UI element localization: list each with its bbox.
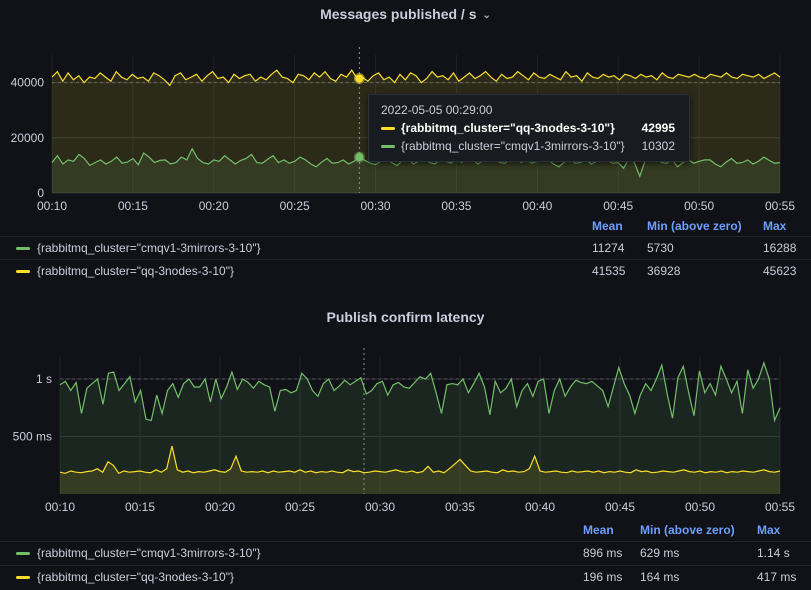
hover-point xyxy=(353,72,365,84)
x-tick-label: 00:35 xyxy=(445,500,475,514)
x-tick-label: 00:15 xyxy=(118,199,148,213)
x-tick-label: 00:40 xyxy=(522,199,552,213)
series-color-swatch xyxy=(381,145,395,148)
panel-title[interactable]: Publish confirm latency xyxy=(0,309,811,325)
legend-max: 45623 xyxy=(763,264,797,278)
x-tick-label: 00:25 xyxy=(280,199,310,213)
legend-min: 36928 xyxy=(647,264,681,278)
legend-header-max[interactable]: Max xyxy=(757,523,780,537)
legend-series-name[interactable]: {rabbitmq_cluster="cmqv1-3mirrors-3-10"} xyxy=(37,546,261,560)
messages-published-panel: 0 20000 40000 00:10 00:15 00:20 00:25 00:30 00:3… xyxy=(0,0,811,288)
legend-series-name[interactable]: {rabbitmq_cluster="cmqv1-3mirrors-3-10"} xyxy=(37,241,261,255)
publish-confirm-latency-panel: 500 ms 1 s 00:10 00:15 00:20 00:25 00:30 00:35 0… xyxy=(0,296,811,590)
x-tick-label: 00:50 xyxy=(685,500,715,514)
hover-tooltip: 2022-05-05 00:29:00 {rabbitmq_cluster="q… xyxy=(368,94,690,162)
tooltip-series-value: 10302 xyxy=(641,139,675,153)
legend-row[interactable]: {rabbitmq_cluster="cmqv1-3mirrors-3-10"}… xyxy=(0,541,811,564)
x-tick-label: 00:30 xyxy=(365,500,395,514)
tooltip-row: {rabbitmq_cluster="cmqv1-3mirrors-3-10"}… xyxy=(381,139,681,155)
series-color-swatch xyxy=(16,552,30,555)
y-tick-label: 20000 xyxy=(11,131,45,145)
x-tick-label: 00:55 xyxy=(765,500,795,514)
series-color-swatch xyxy=(381,127,395,130)
x-tick-label: 00:10 xyxy=(45,500,75,514)
tooltip-time: 2022-05-05 00:29:00 xyxy=(381,103,493,117)
x-tick-label: 00:15 xyxy=(125,500,155,514)
hover-point xyxy=(353,151,365,163)
x-tick-label: 00:40 xyxy=(525,500,555,514)
x-tick-label: 00:20 xyxy=(199,199,229,213)
legend-row[interactable]: {rabbitmq_cluster="qq-3nodes-3-10"} 4153… xyxy=(0,259,811,282)
legend-header-mean[interactable]: Mean xyxy=(583,523,614,537)
legend-min: 5730 xyxy=(647,241,674,255)
x-tick-label: 00:20 xyxy=(205,500,235,514)
legend-max: 16288 xyxy=(763,241,797,255)
series-color-swatch xyxy=(16,576,30,579)
y-tick-label: 500 ms xyxy=(13,430,52,444)
panel-title-text: Messages published / s xyxy=(320,6,477,22)
legend-header-min[interactable]: Min (above zero) xyxy=(640,523,735,537)
x-tick-label: 00:25 xyxy=(285,500,315,514)
legend-mean: 896 ms xyxy=(583,546,623,560)
x-tick-label: 00:35 xyxy=(441,199,471,213)
legend-mean: 41535 xyxy=(592,264,626,278)
x-tick-label: 00:45 xyxy=(605,500,635,514)
legend-mean: 11274 xyxy=(592,241,625,255)
y-tick-label: 40000 xyxy=(11,76,45,90)
legend-row[interactable]: {rabbitmq_cluster="cmqv1-3mirrors-3-10"}… xyxy=(0,236,811,259)
legend-row[interactable]: {rabbitmq_cluster="qq-3nodes-3-10"} 196 … xyxy=(0,565,811,588)
x-tick-label: 00:50 xyxy=(684,199,714,213)
panel-title[interactable]: Messages published / s ⌄ xyxy=(0,6,811,22)
x-tick-label: 00:45 xyxy=(603,199,633,213)
series-color-swatch xyxy=(16,247,30,250)
legend-header-max[interactable]: Max xyxy=(763,219,786,233)
legend-header-mean[interactable]: Mean xyxy=(592,219,623,233)
tooltip-series-value: 42995 xyxy=(641,121,675,135)
legend-mean: 196 ms xyxy=(583,570,623,584)
chevron-down-icon[interactable]: ⌄ xyxy=(483,10,491,21)
legend-max: 417 ms xyxy=(757,570,797,584)
panel-title-text: Publish confirm latency xyxy=(326,309,485,325)
publish-confirm-latency-chart[interactable]: 500 ms 1 s 00:10 00:15 00:20 00:25 00:30 00:35 0… xyxy=(0,296,811,526)
legend-series-name[interactable]: {rabbitmq_cluster="qq-3nodes-3-10"} xyxy=(37,264,234,278)
tooltip-series-name: {rabbitmq_cluster="qq-3nodes-3-10"} xyxy=(401,121,615,135)
y-tick-label: 1 s xyxy=(36,372,52,386)
y-tick-label: 0 xyxy=(37,186,44,200)
legend-max: 1.14 s xyxy=(757,546,790,560)
x-tick-label: 00:10 xyxy=(37,199,67,213)
legend-min: 164 ms xyxy=(640,570,680,584)
x-tick-label: 00:55 xyxy=(765,199,795,213)
series-color-swatch xyxy=(16,270,30,273)
x-tick-label: 00:30 xyxy=(361,199,391,213)
tooltip-series-name: {rabbitmq_cluster="cmqv1-3mirrors-3-10"} xyxy=(401,139,625,153)
legend-min: 629 ms xyxy=(640,546,680,560)
legend-series-name[interactable]: {rabbitmq_cluster="qq-3nodes-3-10"} xyxy=(37,570,234,584)
tooltip-row: {rabbitmq_cluster="qq-3nodes-3-10"} 4299… xyxy=(381,121,681,137)
legend-header-min[interactable]: Min (above zero) xyxy=(647,219,742,233)
